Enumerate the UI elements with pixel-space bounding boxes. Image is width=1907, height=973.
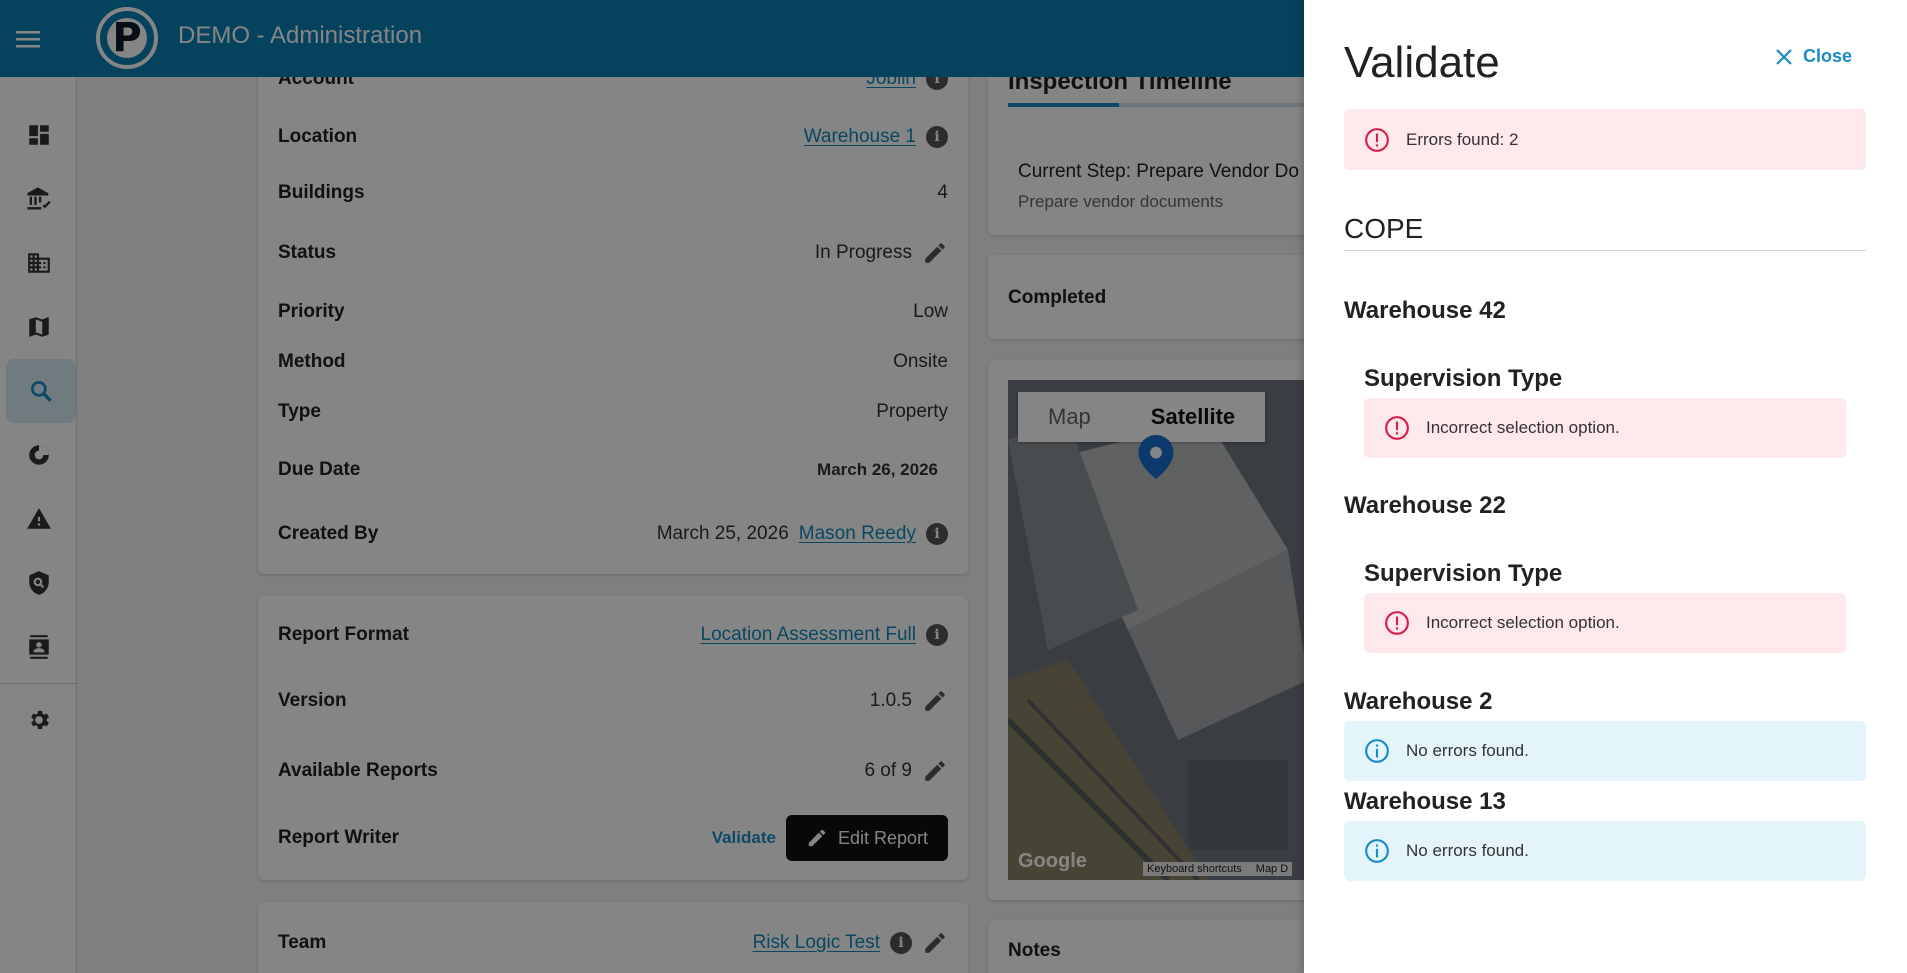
section-divider [1344,250,1866,251]
no-errors-text: No errors found. [1406,741,1529,760]
close-label: Close [1803,46,1853,66]
close-icon [1776,48,1792,65]
group-title: Warehouse 2 [1344,688,1493,715]
validation-error-text: Incorrect selection option. [1426,418,1620,437]
validation-error-text: Incorrect selection option. [1426,613,1620,632]
group-title: Warehouse 22 [1344,492,1506,519]
field-title: Supervision Type [1364,365,1563,392]
errors-summary-text: Errors found: 2 [1406,129,1519,149]
validation-error-alert: Incorrect selection option. [1364,398,1846,458]
group-title: Warehouse 13 [1344,788,1506,815]
drawer-title: Validate [1344,38,1500,87]
close-button[interactable]: Close [1775,46,1852,67]
error-icon [1385,611,1409,635]
section-title: COPE [1344,213,1424,244]
no-errors-alert: No errors found. [1344,821,1866,881]
field-title: Supervision Type [1364,560,1563,587]
modal-backdrop[interactable] [0,0,1307,973]
group-title: Warehouse 42 [1344,297,1506,324]
validation-error-alert: Incorrect selection option. [1364,593,1846,653]
info-icon [1365,839,1389,863]
errors-summary-alert: Errors found: 2 [1344,109,1866,170]
info-icon [1365,739,1389,763]
error-icon [1365,127,1389,152]
validate-drawer: Validate Close Errors found: 2 COPE Ware… [1304,0,1907,973]
no-errors-text: No errors found. [1406,841,1529,860]
no-errors-alert: No errors found. [1344,721,1866,781]
error-icon [1385,416,1409,440]
